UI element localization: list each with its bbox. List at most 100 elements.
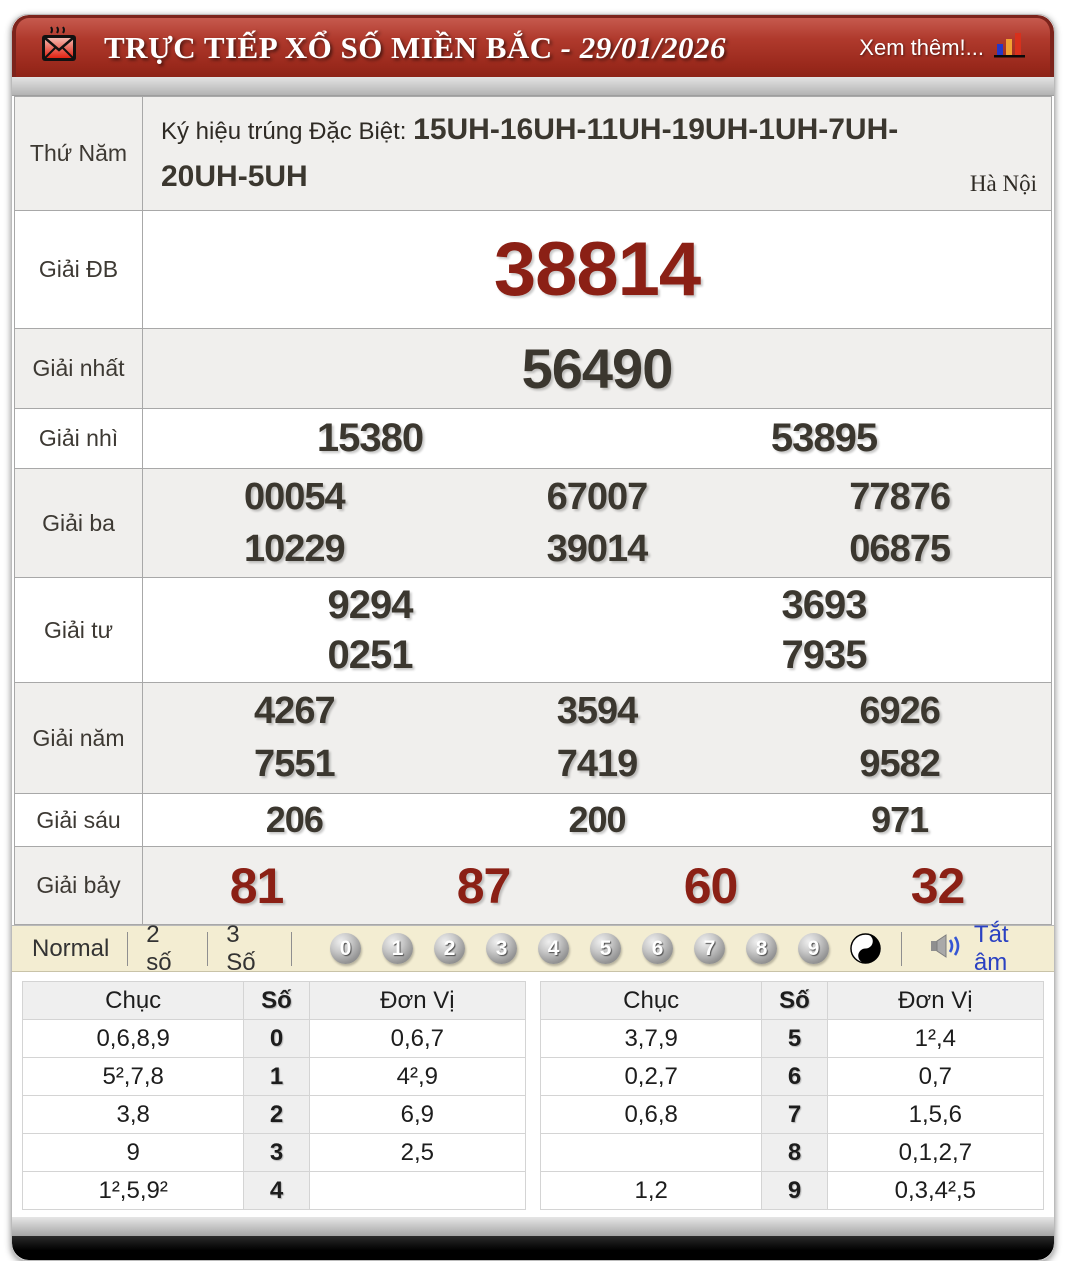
summary-header-row: Chục Số Đơn Vị [23,982,526,1020]
donvi-cell: 0,3,4²,5 [827,1172,1043,1210]
prize-number: 77876 [849,476,950,519]
mode-2so[interactable]: 2 số [140,921,195,977]
so-cell: 8 [762,1134,827,1172]
bar-chart-icon[interactable] [994,31,1028,64]
donvi-cell: 4²,9 [309,1058,525,1096]
head-tail-summary: Chục Số Đơn Vị 0,6,8,9 0 0,6,7 5²,7,8 1 … [12,972,1054,1216]
so-cell: 1 [244,1058,309,1096]
prize-number: 971 [871,799,928,841]
col-header-so: Số [244,982,309,1020]
prize-number: 60 [684,857,738,915]
summary-row: 5²,7,8 1 4²,9 [23,1058,526,1096]
ball-3[interactable]: 3 [486,933,517,964]
toolbar: Normal 2 số 3 Số 0 1 2 3 4 5 6 7 8 9 [12,925,1054,972]
toolbar-divider [291,932,292,966]
header-divider-strip [12,77,1054,96]
prize-number: 00054 [244,476,345,519]
footer-black-bar [12,1236,1054,1260]
so-cell: 2 [244,1096,309,1134]
toolbar-divider [207,932,208,966]
so-cell: 9 [762,1172,827,1210]
prize-number: 32 [911,857,965,915]
prize-number: 10229 [244,528,345,571]
prize-number: 56490 [522,336,673,401]
so-cell: 7 [762,1096,827,1134]
so-cell: 6 [762,1058,827,1096]
prize-row-fourth: Giải tư 9294 3693 0251 7935 [15,578,1052,683]
summary-table-right: Chục Số Đơn Vị 3,7,9 5 1²,4 0,2,7 6 0,7 … [540,981,1044,1210]
footer-gray-strip [12,1216,1054,1236]
chuc-cell: 1²,5,9² [23,1172,244,1210]
ball-4[interactable]: 4 [538,933,569,964]
chuc-cell: 0,6,8 [541,1096,762,1134]
header-bar: TRỰC TIẾP XỔ SỐ MIỀN BẮC- 29/01/2026 Xem… [12,15,1054,77]
ball-5[interactable]: 5 [590,933,621,964]
mute-label: Tắt âm [974,921,1040,977]
ball-6[interactable]: 6 [642,933,673,964]
prize-number: 38814 [494,226,700,313]
chuc-cell: 1,2 [541,1172,762,1210]
toolbar-divider [127,932,128,966]
prize-label: Giải tư [15,578,143,683]
summary-row: 1,2 9 0,3,4²,5 [541,1172,1044,1210]
ball-2[interactable]: 2 [434,933,465,964]
prize-number: 06875 [849,528,950,571]
summary-row: 1²,5,9² 4 [23,1172,526,1210]
prize-number: 81 [230,857,284,915]
prize-label: Giải ĐB [15,211,143,329]
day-label: Thứ Năm [15,97,143,211]
page-title-text: TRỰC TIẾP XỔ SỐ MIỀN BẮC [104,30,553,65]
chuc-cell: 0,6,8,9 [23,1020,244,1058]
mute-button[interactable]: Tắt âm [881,921,1040,977]
donvi-cell: 1²,4 [827,1020,1043,1058]
ball-8[interactable]: 8 [746,933,777,964]
chuc-cell: 5²,7,8 [23,1058,244,1096]
col-header-donvi: Đơn Vị [309,982,525,1020]
ball-7[interactable]: 7 [694,933,725,964]
donvi-cell: 0,1,2,7 [827,1134,1043,1172]
prize-row-seventh: Giải bảy 81 87 60 32 [15,847,1052,925]
prize-row-sixth: Giải sáu 206 200 971 [15,794,1052,847]
prize-number: 53895 [771,416,877,461]
col-header-chuc: Chục [541,982,762,1020]
so-cell: 4 [244,1172,309,1210]
donvi-cell: 0,7 [827,1058,1043,1096]
summary-row: 8 0,1,2,7 [541,1134,1044,1172]
chuc-cell: 3,7,9 [541,1020,762,1058]
see-more-link[interactable]: Xem thêm!... [859,35,984,61]
prize-number: 200 [568,799,625,841]
prize-label: Giải nhì [15,409,143,469]
prize-number: 15380 [317,416,423,461]
donvi-cell [309,1172,525,1210]
prize-number: 87 [457,857,511,915]
prize-number: 206 [266,799,323,841]
ball-1[interactable]: 1 [382,933,413,964]
ball-9[interactable]: 9 [798,933,829,964]
mode-normal[interactable]: Normal [26,935,115,963]
speaker-icon [930,933,966,964]
prize-row-special: Giải ĐB 38814 [15,211,1052,329]
col-header-so: Số [762,982,827,1020]
prize-number: 6926 [859,690,940,733]
prize-number: 3693 [782,583,867,628]
summary-row: 0,6,8,9 0 0,6,7 [23,1020,526,1058]
prize-number: 39014 [547,528,648,571]
ball-0[interactable]: 0 [330,933,361,964]
mail-icon[interactable] [38,25,88,71]
prize-number: 67007 [547,476,648,519]
summary-header-row: Chục Số Đơn Vị [541,982,1044,1020]
summary-row: 3,8 2 6,9 [23,1096,526,1134]
donvi-cell: 2,5 [309,1134,525,1172]
chuc-cell: 3,8 [23,1096,244,1134]
prize-row-third: Giải ba 00054 67007 77876 10229 39014 06… [15,469,1052,578]
prize-number: 7419 [557,743,638,786]
mode-3so[interactable]: 3 Số [220,921,279,977]
page-title-date: - 29/01/2026 [561,30,726,65]
results-table: Thứ Năm Ký hiệu trúng Đặc Biệt: 15UH-16U… [14,96,1052,925]
lottery-widget: TRỰC TIẾP XỔ SỐ MIỀN BẮC- 29/01/2026 Xem… [11,14,1055,1261]
prize-row-fifth: Giải năm 4267 3594 6926 7551 7419 9582 [15,683,1052,794]
yin-yang-icon[interactable] [850,933,881,964]
prize-number: 0251 [328,633,413,678]
donvi-cell: 0,6,7 [309,1020,525,1058]
col-header-chuc: Chục [23,982,244,1020]
